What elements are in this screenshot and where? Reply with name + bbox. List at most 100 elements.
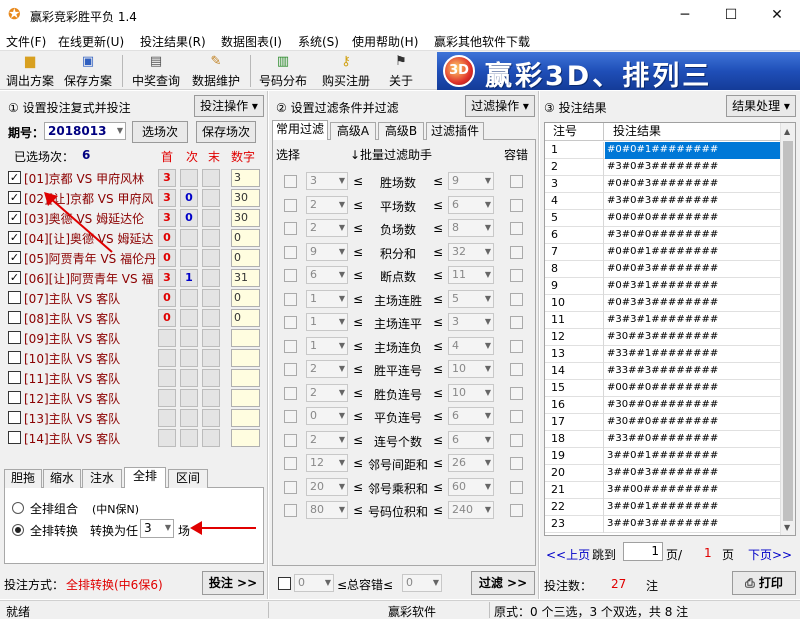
filter-max-select[interactable]: 32 ▼ [448,242,494,261]
table-row[interactable]: 4 #3#0#3######## [545,193,780,210]
filter-enable-checkbox[interactable] [284,198,297,212]
last-cell[interactable] [202,289,220,307]
second-cell[interactable]: 0 [180,209,198,227]
second-cell[interactable] [180,309,198,327]
filter-tolerance-checkbox[interactable] [510,457,523,470]
second-cell[interactable] [180,409,198,427]
second-cell[interactable] [180,429,198,447]
match-checkbox[interactable]: ✓ [8,211,21,224]
first-cell[interactable]: 3 [158,169,176,187]
tab-interval[interactable]: 区间 [168,469,208,488]
filter-tolerance-checkbox[interactable] [510,292,523,306]
table-row[interactable]: 22 3##0#1######## [545,499,780,516]
first-cell[interactable] [158,429,176,447]
match-checkbox[interactable] [8,391,21,404]
first-cell[interactable]: 3 [158,269,176,287]
menu-bet-results[interactable]: 投注结果(R) [140,33,206,50]
last-cell[interactable] [202,329,220,347]
table-row[interactable]: 17 #30##0######## [545,414,780,431]
tab-shrink[interactable]: 缩水 [43,469,81,488]
match-checkbox[interactable] [8,291,21,304]
filter-enable-checkbox[interactable] [284,410,297,423]
table-row[interactable]: 3 #0#0#3######## [545,176,780,193]
first-cell[interactable] [158,329,176,347]
filter-min-select[interactable]: 0 ▼ [306,407,348,425]
filter-enable-checkbox[interactable] [284,316,297,329]
second-cell[interactable] [180,289,198,307]
second-cell[interactable] [180,389,198,407]
filter-max-select[interactable]: 10 ▼ [448,383,494,402]
last-cell[interactable] [202,209,220,227]
filter-tolerance-checkbox[interactable] [510,363,523,376]
filter-min-select[interactable]: 80 ▼ [306,501,348,519]
total-max-select[interactable]: 0 ▼ [402,574,442,592]
filter-max-select[interactable]: 6 ▼ [448,430,494,449]
table-row[interactable]: 11 #3#3#1######## [545,312,780,329]
filter-min-select[interactable]: 2 ▼ [306,219,348,237]
filter-min-select[interactable]: 2 ▼ [306,430,348,449]
filter-tolerance-checkbox[interactable] [510,410,523,423]
last-cell[interactable] [202,169,220,187]
filter-enable-checkbox[interactable] [284,433,297,447]
save-plan-button[interactable]: ▣ 保存方案 [62,53,114,89]
select-matches-button[interactable]: 选场次 [132,121,188,143]
filter-min-select[interactable]: 1 ▼ [306,336,348,355]
match-checkbox[interactable]: ✓ [8,271,21,284]
match-checkbox[interactable] [8,331,21,344]
filter-tolerance-checkbox[interactable] [510,433,523,447]
scroll-up-icon[interactable]: ▲ [784,127,790,136]
filter-max-select[interactable]: 11 ▼ [448,266,494,284]
filter-max-select[interactable]: 9 ▼ [448,172,494,190]
menu-file[interactable]: 文件(F) [6,33,46,50]
match-label[interactable]: [12]主队 VS 客队 [24,390,156,407]
filter-button[interactable]: 过滤 >> [471,571,535,595]
tab-advanced-b[interactable]: 高级B [378,122,424,140]
second-cell[interactable]: 0 [180,189,198,207]
filter-tolerance-checkbox[interactable] [510,175,523,188]
table-row[interactable]: 23 3##0#3######## [545,516,780,533]
last-cell[interactable] [202,249,220,267]
last-cell[interactable] [202,429,220,447]
second-cell[interactable] [180,329,198,347]
filter-min-select[interactable]: 2 ▼ [306,383,348,402]
filter-min-select[interactable]: 6 ▼ [306,266,348,284]
grid-scrollbar[interactable]: ▲ ▼ [780,123,795,535]
number-cell[interactable] [231,369,260,387]
number-cell[interactable]: 0 [231,249,260,267]
filter-max-select[interactable]: 6 ▼ [448,195,494,214]
last-cell[interactable] [202,269,220,287]
filter-tolerance-checkbox[interactable] [510,245,523,259]
second-cell[interactable] [180,229,198,247]
number-cell[interactable] [231,429,260,447]
filter-enable-checkbox[interactable] [284,457,297,470]
filter-tolerance-checkbox[interactable] [510,386,523,400]
number-cell[interactable]: 31 [231,269,260,287]
menu-other-software[interactable]: 赢彩其他软件下载 [434,33,530,50]
match-checkbox[interactable]: ✓ [8,231,21,244]
table-row[interactable]: 13 #33##1######## [545,346,780,363]
tab-common-filter[interactable]: 常用过滤 [272,120,328,140]
match-label[interactable]: [01]京都 VS 甲府风林 [24,170,156,187]
filter-min-select[interactable]: 2 ▼ [306,195,348,214]
filter-tolerance-checkbox[interactable] [510,339,523,353]
filter-min-select[interactable]: 9 ▼ [306,242,348,261]
table-row[interactable]: 12 #30##3######## [545,329,780,346]
match-checkbox[interactable] [8,351,21,364]
table-row[interactable]: 1 #0#0#1######## [545,142,780,159]
table-row[interactable]: 10 #0#3#3######## [545,295,780,312]
filter-max-select[interactable]: 4 ▼ [448,336,494,355]
result-process-button[interactable]: 结果处理 ▾ [726,95,796,117]
filter-enable-checkbox[interactable] [284,222,297,235]
number-cell[interactable]: 3 [231,169,260,187]
match-label[interactable]: [06][让]阿贾青年 VS 福 [24,270,156,287]
filter-enable-checkbox[interactable] [284,269,297,282]
filter-tolerance-checkbox[interactable] [510,316,523,329]
save-matches-button[interactable]: 保存场次 [196,121,256,143]
filter-enable-checkbox[interactable] [284,504,297,517]
tab-inflate[interactable]: 注水 [82,469,122,488]
filter-enable-checkbox[interactable] [284,480,297,494]
number-cell[interactable]: 0 [231,289,260,307]
filter-enable-checkbox[interactable] [284,292,297,306]
advert-banner[interactable]: 3D 赢彩3D、排列三 [437,52,800,90]
match-label[interactable]: [14]主队 VS 客队 [24,430,156,447]
